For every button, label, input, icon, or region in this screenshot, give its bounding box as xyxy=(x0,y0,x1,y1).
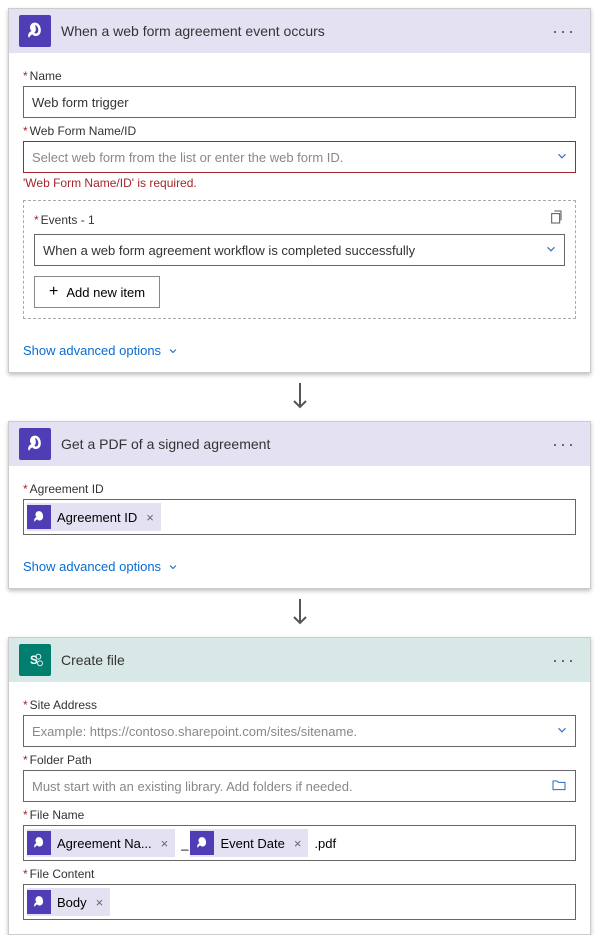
folder-picker-icon[interactable] xyxy=(551,777,567,796)
file-content-input[interactable]: Body × xyxy=(23,884,576,920)
adobe-icon xyxy=(27,505,51,529)
token-remove-button[interactable]: × xyxy=(93,895,107,910)
adobe-icon xyxy=(190,831,214,855)
folder-path-label: *Folder Path xyxy=(23,753,576,767)
show-advanced-link[interactable]: Show advanced options xyxy=(9,333,193,372)
token-agreement-id[interactable]: Agreement ID × xyxy=(27,503,161,531)
token-remove-button[interactable]: × xyxy=(158,836,172,851)
webform-label: *Web Form Name/ID xyxy=(23,124,576,138)
token-event-date[interactable]: Event Date × xyxy=(190,829,308,857)
name-label: *Name xyxy=(23,69,576,83)
token-remove-button[interactable]: × xyxy=(291,836,305,851)
flow-arrow xyxy=(8,381,591,413)
token-remove-button[interactable]: × xyxy=(143,510,157,525)
chevron-down-icon xyxy=(544,242,558,259)
events-label: *Events - 1 xyxy=(34,213,95,227)
card-menu-button[interactable]: ··· xyxy=(548,434,580,455)
plus-icon: + xyxy=(49,283,58,301)
token-body[interactable]: Body × xyxy=(27,888,110,916)
card-header[interactable]: Get a PDF of a signed agreement ··· xyxy=(9,422,590,466)
folder-path-input[interactable]: Must start with an existing library. Add… xyxy=(23,770,576,802)
action-card-pdf: Get a PDF of a signed agreement ··· *Agr… xyxy=(8,421,591,589)
card-menu-button[interactable]: ··· xyxy=(548,21,580,42)
action-card-createfile: S Create file ··· *Site Address Example:… xyxy=(8,637,591,935)
file-content-label: *File Content xyxy=(23,867,576,881)
card-title: Get a PDF of a signed agreement xyxy=(51,436,548,452)
chevron-down-icon xyxy=(555,149,569,166)
site-address-label: *Site Address xyxy=(23,698,576,712)
agreement-id-label: *Agreement ID xyxy=(23,482,576,496)
card-header[interactable]: When a web form agreement event occurs ·… xyxy=(9,9,590,53)
trigger-card: When a web form agreement event occurs ·… xyxy=(8,8,591,373)
adobe-icon xyxy=(27,831,51,855)
events-dropdown[interactable]: When a web form agreement workflow is co… xyxy=(34,234,565,266)
show-advanced-link[interactable]: Show advanced options xyxy=(9,549,193,588)
card-title: Create file xyxy=(51,652,548,668)
events-section: *Events - 1 When a web form agreement wo… xyxy=(23,200,576,319)
sharepoint-icon: S xyxy=(19,644,51,676)
name-input[interactable]: Web form trigger xyxy=(23,86,576,118)
file-name-input[interactable]: Agreement Na... × _ Event Date × .pdf xyxy=(23,825,576,861)
chevron-down-icon xyxy=(555,723,569,740)
svg-text:S: S xyxy=(30,654,38,667)
card-menu-button[interactable]: ··· xyxy=(548,650,580,671)
card-title: When a web form agreement event occurs xyxy=(51,23,548,39)
suffix-text: .pdf xyxy=(314,836,336,851)
token-agreement-name[interactable]: Agreement Na... × xyxy=(27,829,175,857)
chevron-down-icon xyxy=(167,345,179,357)
agreement-id-input[interactable]: Agreement ID × xyxy=(23,499,576,535)
adobe-icon xyxy=(19,428,51,460)
adobe-icon xyxy=(27,890,51,914)
add-new-item-button[interactable]: + Add new item xyxy=(34,276,160,308)
site-address-dropdown[interactable]: Example: https://contoso.sharepoint.com/… xyxy=(23,715,576,747)
copy-icon[interactable] xyxy=(549,209,565,230)
adobe-icon xyxy=(19,15,51,47)
file-name-label: *File Name xyxy=(23,808,576,822)
chevron-down-icon xyxy=(167,561,179,573)
separator-text: _ xyxy=(181,836,188,851)
card-header[interactable]: S Create file ··· xyxy=(9,638,590,682)
webform-dropdown[interactable]: Select web form from the list or enter t… xyxy=(23,141,576,173)
flow-arrow xyxy=(8,597,591,629)
webform-error: 'Web Form Name/ID' is required. xyxy=(23,176,576,190)
